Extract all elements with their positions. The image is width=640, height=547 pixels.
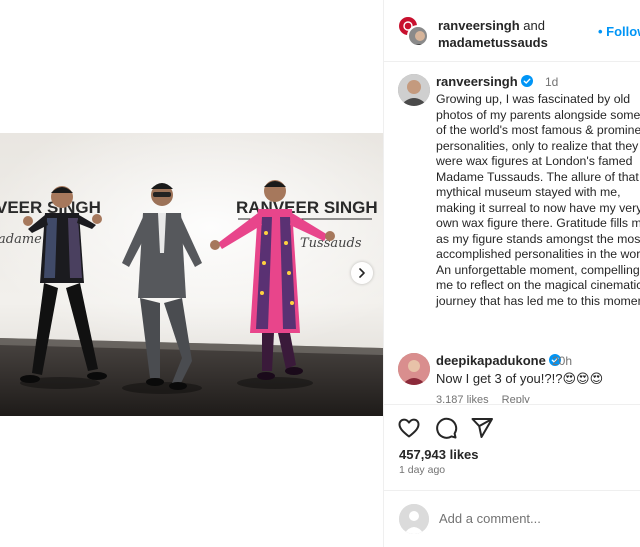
add-comment-input[interactable] — [439, 511, 629, 526]
wax-figures-photo: VEER SINGH adame RANVEER SINGH Tussauds — [0, 133, 383, 416]
collab-avatars[interactable] — [397, 15, 431, 49]
comments-scroll-area[interactable]: ranveersingh 1d Growing up, I was fascin… — [384, 63, 640, 403]
collab-names: ranveersingh and madametussauds — [438, 17, 548, 51]
share-button[interactable] — [470, 416, 496, 442]
verified-badge-icon — [520, 75, 533, 87]
user-photo-icon — [398, 353, 430, 385]
header-user-madametussauds[interactable]: madametussauds — [438, 35, 548, 50]
like-button[interactable] — [397, 416, 423, 442]
caption-text: Growing up, I was fascinated by old phot… — [436, 92, 640, 308]
header-user-ranveersingh[interactable]: ranveersingh — [438, 18, 520, 33]
caption-username[interactable]: ranveersingh — [436, 74, 533, 89]
next-image-button[interactable] — [351, 262, 373, 284]
post-actions: 457,943 likes 1 day ago — [384, 404, 640, 479]
comment-username[interactable]: deepikapadukone — [436, 353, 561, 368]
comment-likes[interactable]: 3,187 likes — [436, 394, 489, 403]
comment-button[interactable] — [434, 416, 460, 442]
post-likes-count[interactable]: 457,943 likes — [399, 447, 479, 462]
post-timestamp[interactable]: 1 day ago — [399, 464, 445, 476]
avatar — [399, 504, 429, 534]
caption-time[interactable]: 1d — [545, 75, 558, 89]
avatar[interactable] — [398, 74, 430, 106]
comment-username-text[interactable]: deepikapadukone — [436, 353, 546, 368]
default-user-icon — [399, 504, 429, 534]
comment-meta: 3,187 likes Reply — [436, 394, 540, 403]
user-photo-icon — [398, 74, 430, 106]
header-conjunction: and — [523, 18, 545, 33]
comment-bubble-icon — [436, 417, 458, 439]
add-comment-bar — [384, 490, 640, 547]
user-photo-icon — [415, 31, 425, 45]
paper-plane-icon — [471, 418, 493, 438]
post-photo: VEER SINGH adame RANVEER SINGH Tussauds — [0, 133, 383, 416]
comment-time[interactable]: 20h — [552, 354, 572, 368]
caption-username-text[interactable]: ranveersingh — [436, 74, 518, 89]
comment-text: Now I get 3 of you!?!?😍😍😍 — [436, 371, 604, 386]
chevron-right-icon — [359, 268, 365, 278]
avatar-ranveersingh — [407, 25, 429, 47]
post-side-panel: ranveersingh and madametussauds • Follow… — [383, 0, 640, 547]
follow-button[interactable]: • Follow — [598, 24, 640, 39]
post-header: ranveersingh and madametussauds • Follow — [384, 0, 640, 62]
post-media: VEER SINGH adame RANVEER SINGH Tussauds — [0, 0, 383, 547]
heart-icon — [398, 418, 420, 438]
comment-reply-button[interactable]: Reply — [502, 394, 530, 403]
avatar[interactable] — [398, 353, 430, 385]
sign-left-script: adame — [0, 232, 42, 247]
